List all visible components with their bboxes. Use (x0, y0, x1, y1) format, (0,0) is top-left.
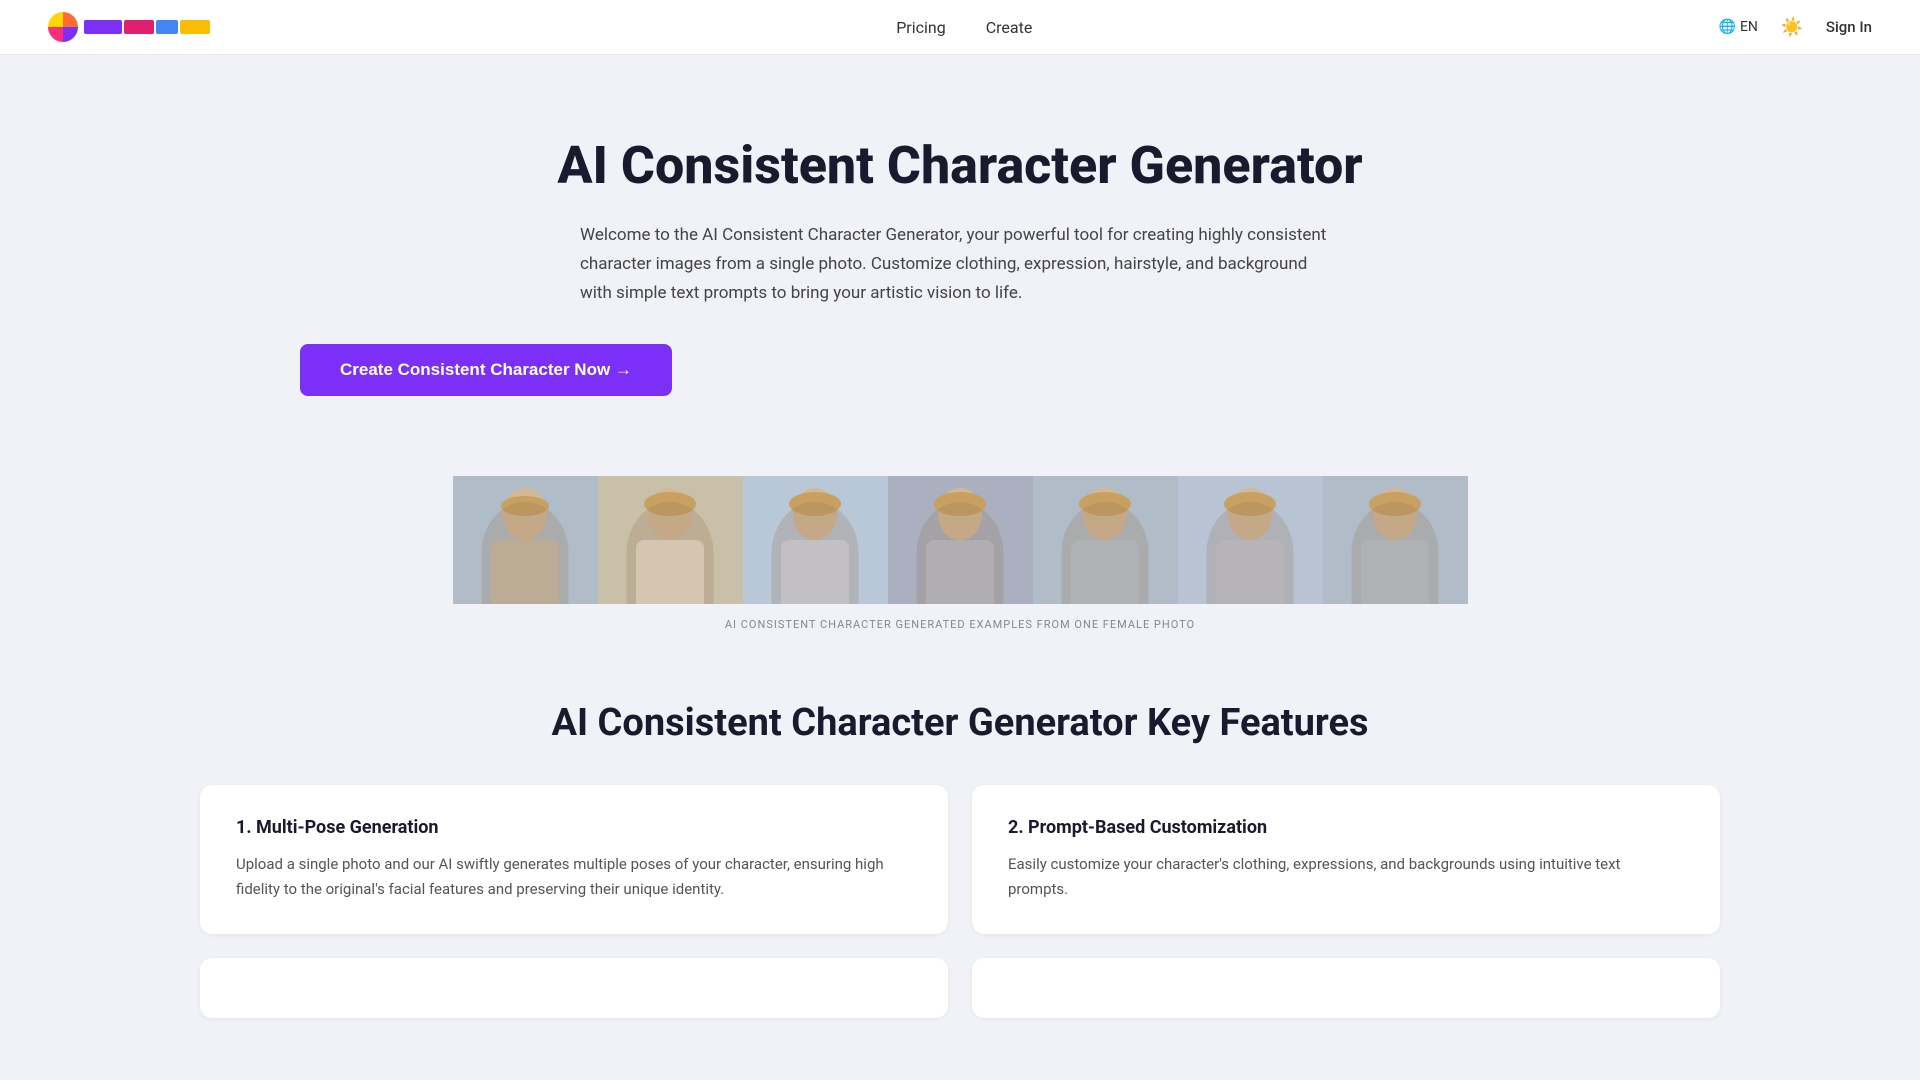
feature-card-3-partial (200, 958, 948, 1018)
feature-card-2: 2. Prompt-Based Customization Easily cus… (972, 785, 1720, 934)
lang-label: EN (1740, 19, 1758, 35)
feature-card-4-partial (972, 958, 1720, 1018)
language-selector[interactable]: 🌐 EN (1719, 19, 1758, 35)
navbar: Pricing Create 🌐 EN ☀️ Sign In (0, 0, 1920, 55)
char-image-3 (743, 476, 888, 604)
logo[interactable] (48, 12, 210, 42)
theme-toggle[interactable]: ☀️ (1778, 13, 1806, 41)
nav-center: Pricing Create (896, 18, 1032, 37)
char-image-2 (598, 476, 743, 604)
char-image-4 (888, 476, 1033, 604)
globe-icon: 🌐 (1719, 19, 1736, 35)
image-strip-caption: AI CONSISTENT CHARACTER GENERATED EXAMPL… (725, 618, 1195, 631)
nav-create[interactable]: Create (986, 18, 1033, 37)
sign-in-button[interactable]: Sign In (1826, 18, 1872, 36)
nav-pricing[interactable]: Pricing (896, 18, 946, 37)
logo-bar (84, 20, 210, 34)
features-title: AI Consistent Character Generator Key Fe… (200, 701, 1720, 745)
features-grid: 1. Multi-Pose Generation Upload a single… (200, 785, 1720, 1018)
image-strip-section: AI CONSISTENT CHARACTER GENERATED EXAMPL… (0, 436, 1920, 651)
char-image-5 (1033, 476, 1178, 604)
character-image-strip (0, 476, 1920, 604)
char-image-1 (453, 476, 598, 604)
sun-icon: ☀️ (1781, 17, 1803, 38)
feature-1-description: Upload a single photo and our AI swiftly… (236, 852, 912, 902)
feature-2-description: Easily customize your character's clothi… (1008, 852, 1684, 902)
feature-2-title: 2. Prompt-Based Customization (1008, 817, 1684, 838)
nav-right: 🌐 EN ☀️ Sign In (1719, 13, 1872, 41)
char-image-7 (1323, 476, 1468, 604)
feature-card-1: 1. Multi-Pose Generation Upload a single… (200, 785, 948, 934)
cta-button[interactable]: Create Consistent Character Now → (300, 344, 672, 396)
char-image-6 (1178, 476, 1323, 604)
features-section: AI Consistent Character Generator Key Fe… (0, 651, 1920, 1058)
hero-description: Welcome to the AI Consistent Character G… (580, 221, 1340, 308)
logo-icon (48, 12, 78, 42)
hero-title: AI Consistent Character Generator (557, 135, 1362, 197)
hero-section: AI Consistent Character Generator Welcom… (0, 55, 1920, 436)
feature-1-title: 1. Multi-Pose Generation (236, 817, 912, 838)
